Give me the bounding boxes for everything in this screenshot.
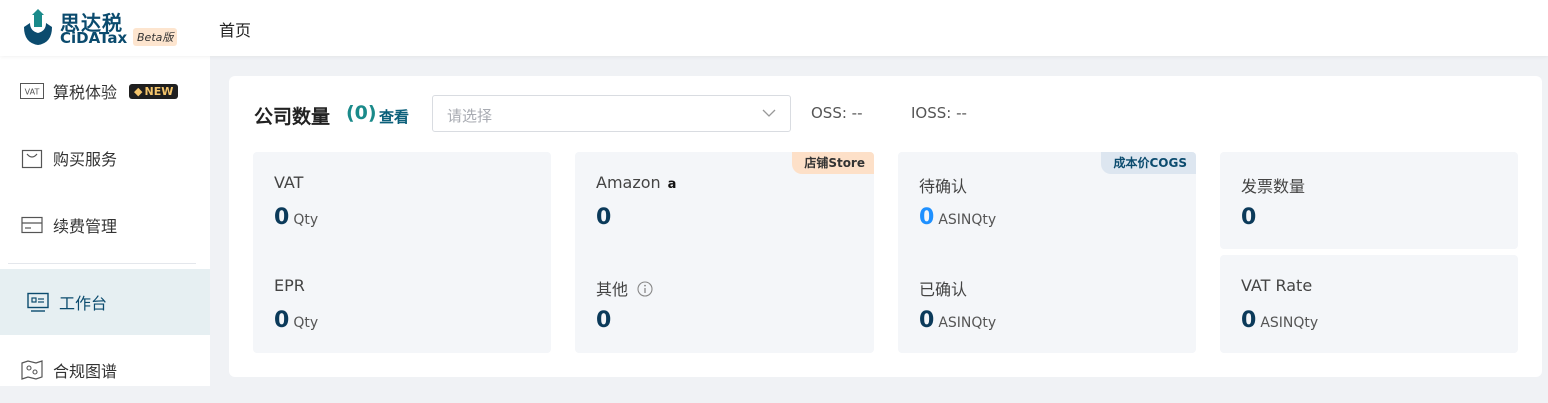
top-bar: 思达税 CiDATax Beta版 首页 [0,0,1548,56]
logo-mark-icon [24,9,52,45]
vat-label: VAT [274,173,304,192]
confirmed-label: 已确认 [919,280,968,299]
sidebar-item-compliance-map[interactable]: 合规图谱 [0,337,210,403]
beta-badge: Beta版 [133,28,178,46]
vat-rate-value: 0 ASINQty [1241,308,1319,333]
new-badge: ◆ NEW [129,83,179,99]
ioss-status: IOSS: -- [911,104,967,122]
invoice-card: 发票数量 0 [1220,152,1518,249]
oss-status: OSS: -- [811,104,863,122]
company-select-placeholder: 请选择 [447,107,493,125]
vat-value: 0 Qty [274,205,319,230]
sidebar-item-label: 购买服务 [53,150,118,169]
amazon-logo-icon: a [667,177,677,192]
nav-home-link[interactable]: 首页 [219,17,251,41]
diamond-icon: ◆ [134,84,143,98]
amazon-label: Amazon a [596,173,677,192]
other-label: 其他 [596,276,653,300]
card-icon [20,215,44,235]
panel-header: 公司数量 (0) 查看 请选择 OSS: -- IOSS: -- [254,95,1514,133]
vat-icon-text: VAT [25,88,40,97]
company-count-value: (0) [346,102,377,124]
vat-icon: VAT [20,81,44,101]
store-card: 店铺Store Amazon a 0 其他 0 [575,152,874,353]
other-value: 0 [596,308,612,333]
logo-text-en: CiDATax [60,29,128,47]
sidebar-item-label: 算税体验 [53,83,118,102]
sidebar-item-buy-service[interactable]: 购买服务 [0,125,210,191]
sidebar-item-workbench[interactable]: 工作台 [0,269,210,335]
store-ribbon: 店铺Store [792,152,874,174]
epr-label: EPR [274,276,305,295]
sidebar-item-label: 合规图谱 [53,362,118,381]
vat-rate-card: VAT Rate 0 ASINQty [1220,255,1518,353]
sidebar-item-tax-trial[interactable]: VAT 算税体验 ◆ NEW [0,58,210,124]
new-badge-label: NEW [144,84,174,98]
info-icon[interactable] [637,281,653,297]
invoice-value: 0 [1241,205,1257,230]
sidebar-item-label: 续费管理 [53,217,118,236]
company-summary-panel: 公司数量 (0) 查看 请选择 OSS: -- IOSS: -- VAT 0 Qt… [229,76,1542,377]
sidebar-item-renewal[interactable]: 续费管理 [0,192,210,258]
logo[interactable]: 思达税 CiDATax Beta版 [20,7,190,49]
amazon-value: 0 [596,205,612,230]
company-count-title: 公司数量 [254,106,331,128]
cogs-card: 成本价COGS 待确认 0 ASINQty 已确认 0 ASINQty [898,152,1196,353]
vat-rate-label: VAT Rate [1241,276,1313,295]
sidebar-divider [8,263,196,264]
epr-value: 0 Qty [274,308,319,333]
pending-value[interactable]: 0 ASINQty [919,205,996,230]
cogs-ribbon: 成本价COGS [1101,152,1196,174]
invoice-label: 发票数量 [1241,177,1306,196]
map-icon [20,360,44,380]
vat-epr-card: VAT 0 Qty EPR 0 Qty [253,152,551,353]
company-select[interactable]: 请选择 [432,95,791,132]
sidebar-item-label: 工作台 [59,294,108,313]
dashboard-icon [26,292,50,312]
confirmed-value: 0 ASINQty [919,308,997,333]
pending-label: 待确认 [919,177,968,196]
sidebar: VAT 算税体验 ◆ NEW 购买服务 续费管理 工作台 合规图谱 [0,56,210,386]
shopping-bag-icon [20,148,44,169]
chevron-down-icon [762,109,776,117]
view-companies-link[interactable]: 查看 [379,106,409,127]
